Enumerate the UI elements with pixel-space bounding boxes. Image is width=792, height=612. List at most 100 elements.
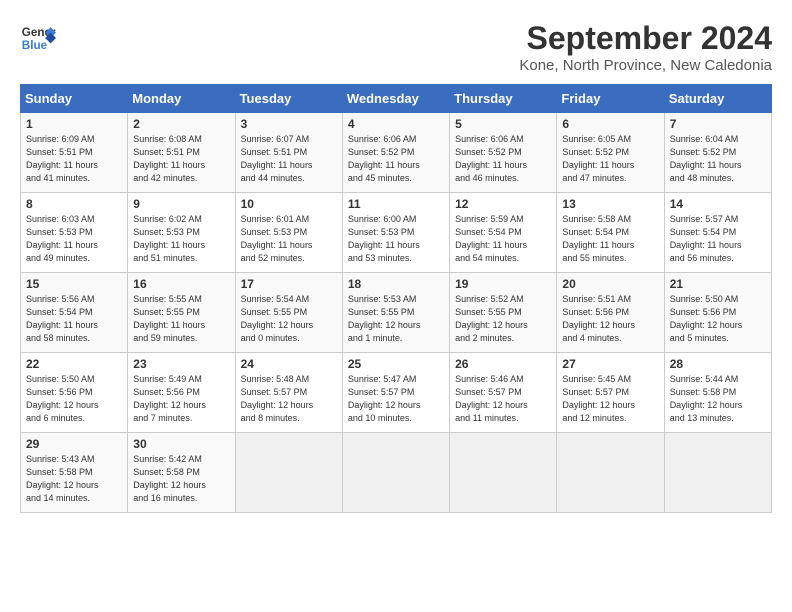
day-number: 13 (562, 197, 658, 211)
day-info: Sunrise: 5:50 AM Sunset: 5:56 PM Dayligh… (26, 373, 122, 425)
calendar-day-cell: 8 Sunrise: 6:03 AM Sunset: 5:53 PM Daylig… (21, 193, 128, 273)
calendar-day-cell: 7 Sunrise: 6:04 AM Sunset: 5:52 PM Daylig… (664, 113, 771, 193)
day-info: Sunrise: 5:44 AM Sunset: 5:58 PM Dayligh… (670, 373, 766, 425)
day-number: 11 (348, 197, 444, 211)
calendar-day-cell: 22 Sunrise: 5:50 AM Sunset: 5:56 PM Dayli… (21, 353, 128, 433)
day-info: Sunrise: 5:53 AM Sunset: 5:55 PM Dayligh… (348, 293, 444, 345)
day-info: Sunrise: 5:51 AM Sunset: 5:56 PM Dayligh… (562, 293, 658, 345)
weekday-header-saturday: Saturday (664, 85, 771, 113)
calendar-day-cell: 11 Sunrise: 6:00 AM Sunset: 5:53 PM Dayli… (342, 193, 449, 273)
day-info: Sunrise: 5:59 AM Sunset: 5:54 PM Dayligh… (455, 213, 551, 265)
day-number: 17 (241, 277, 337, 291)
calendar-week-row: 15 Sunrise: 5:56 AM Sunset: 5:54 PM Dayli… (21, 273, 772, 353)
day-info: Sunrise: 6:09 AM Sunset: 5:51 PM Dayligh… (26, 133, 122, 185)
day-info: Sunrise: 5:57 AM Sunset: 5:54 PM Dayligh… (670, 213, 766, 265)
calendar-table: SundayMondayTuesdayWednesdayThursdayFrid… (20, 84, 772, 513)
day-info: Sunrise: 6:06 AM Sunset: 5:52 PM Dayligh… (455, 133, 551, 185)
day-info: Sunrise: 5:49 AM Sunset: 5:56 PM Dayligh… (133, 373, 229, 425)
calendar-day-cell: 29Sunrise: 5:43 AM Sunset: 5:58 PM Dayli… (21, 433, 128, 513)
calendar-day-cell (664, 433, 771, 513)
day-number: 16 (133, 277, 229, 291)
day-info: Sunrise: 5:58 AM Sunset: 5:54 PM Dayligh… (562, 213, 658, 265)
weekday-header-row: SundayMondayTuesdayWednesdayThursdayFrid… (21, 85, 772, 113)
day-number: 15 (26, 277, 122, 291)
calendar-week-row: 22 Sunrise: 5:50 AM Sunset: 5:56 PM Dayli… (21, 353, 772, 433)
day-info: Sunrise: 5:55 AM Sunset: 5:55 PM Dayligh… (133, 293, 229, 345)
day-number: 25 (348, 357, 444, 371)
day-number: 14 (670, 197, 766, 211)
day-info: Sunrise: 6:04 AM Sunset: 5:52 PM Dayligh… (670, 133, 766, 185)
day-info: Sunrise: 6:05 AM Sunset: 5:52 PM Dayligh… (562, 133, 658, 185)
weekday-header-tuesday: Tuesday (235, 85, 342, 113)
calendar-day-cell (342, 433, 449, 513)
calendar-week-row: 29Sunrise: 5:43 AM Sunset: 5:58 PM Dayli… (21, 433, 772, 513)
calendar-day-cell: 4Sunrise: 6:06 AM Sunset: 5:52 PM Daylig… (342, 113, 449, 193)
calendar-day-cell: 9 Sunrise: 6:02 AM Sunset: 5:53 PM Daylig… (128, 193, 235, 273)
day-number: 26 (455, 357, 551, 371)
calendar-day-cell: 13 Sunrise: 5:58 AM Sunset: 5:54 PM Dayli… (557, 193, 664, 273)
calendar-week-row: 8 Sunrise: 6:03 AM Sunset: 5:53 PM Daylig… (21, 193, 772, 273)
logo: General Blue General Blue (20, 20, 56, 56)
calendar-day-cell: 6Sunrise: 6:05 AM Sunset: 5:52 PM Daylig… (557, 113, 664, 193)
calendar-day-cell: 28 Sunrise: 5:44 AM Sunset: 5:58 PM Dayli… (664, 353, 771, 433)
day-number: 8 (26, 197, 122, 211)
day-number: 27 (562, 357, 658, 371)
calendar-day-cell (557, 433, 664, 513)
day-info: Sunrise: 5:46 AM Sunset: 5:57 PM Dayligh… (455, 373, 551, 425)
calendar-day-cell: 10 Sunrise: 6:01 AM Sunset: 5:53 PM Dayli… (235, 193, 342, 273)
day-number: 22 (26, 357, 122, 371)
weekday-header-thursday: Thursday (450, 85, 557, 113)
calendar-day-cell: 30Sunrise: 5:42 AM Sunset: 5:58 PM Dayli… (128, 433, 235, 513)
calendar-day-cell: 16 Sunrise: 5:55 AM Sunset: 5:55 PM Dayli… (128, 273, 235, 353)
calendar-title: September 2024 (519, 20, 772, 57)
day-info: Sunrise: 5:54 AM Sunset: 5:55 PM Dayligh… (241, 293, 337, 345)
day-info: Sunrise: 6:06 AM Sunset: 5:52 PM Dayligh… (348, 133, 444, 185)
day-number: 7 (670, 117, 766, 131)
day-info: Sunrise: 6:03 AM Sunset: 5:53 PM Dayligh… (26, 213, 122, 265)
weekday-header-friday: Friday (557, 85, 664, 113)
calendar-subtitle: Kone, North Province, New Caledonia (519, 57, 772, 74)
calendar-day-cell: 14 Sunrise: 5:57 AM Sunset: 5:54 PM Dayli… (664, 193, 771, 273)
calendar-day-cell: 18Sunrise: 5:53 AM Sunset: 5:55 PM Dayli… (342, 273, 449, 353)
calendar-day-cell: 12 Sunrise: 5:59 AM Sunset: 5:54 PM Dayli… (450, 193, 557, 273)
header: General Blue General Blue September 2024… (20, 20, 772, 74)
calendar-day-cell: 23 Sunrise: 5:49 AM Sunset: 5:56 PM Dayli… (128, 353, 235, 433)
weekday-header-wednesday: Wednesday (342, 85, 449, 113)
calendar-day-cell: 3Sunrise: 6:07 AM Sunset: 5:51 PM Daylig… (235, 113, 342, 193)
day-info: Sunrise: 6:02 AM Sunset: 5:53 PM Dayligh… (133, 213, 229, 265)
day-info: Sunrise: 5:42 AM Sunset: 5:58 PM Dayligh… (133, 453, 229, 505)
calendar-day-cell: 26 Sunrise: 5:46 AM Sunset: 5:57 PM Dayli… (450, 353, 557, 433)
day-info: Sunrise: 6:08 AM Sunset: 5:51 PM Dayligh… (133, 133, 229, 185)
day-info: Sunrise: 5:52 AM Sunset: 5:55 PM Dayligh… (455, 293, 551, 345)
day-number: 28 (670, 357, 766, 371)
day-info: Sunrise: 5:47 AM Sunset: 5:57 PM Dayligh… (348, 373, 444, 425)
calendar-day-cell: 17 Sunrise: 5:54 AM Sunset: 5:55 PM Dayli… (235, 273, 342, 353)
day-info: Sunrise: 6:01 AM Sunset: 5:53 PM Dayligh… (241, 213, 337, 265)
calendar-week-row: 1 Sunrise: 6:09 AM Sunset: 5:51 PM Daylig… (21, 113, 772, 193)
day-info: Sunrise: 5:56 AM Sunset: 5:54 PM Dayligh… (26, 293, 122, 345)
calendar-day-cell: 15 Sunrise: 5:56 AM Sunset: 5:54 PM Dayli… (21, 273, 128, 353)
day-number: 2 (133, 117, 229, 131)
day-number: 23 (133, 357, 229, 371)
calendar-day-cell: 2 Sunrise: 6:08 AM Sunset: 5:51 PM Daylig… (128, 113, 235, 193)
day-number: 21 (670, 277, 766, 291)
calendar-day-cell: 19 Sunrise: 5:52 AM Sunset: 5:55 PM Dayli… (450, 273, 557, 353)
day-info: Sunrise: 5:45 AM Sunset: 5:57 PM Dayligh… (562, 373, 658, 425)
day-info: Sunrise: 6:07 AM Sunset: 5:51 PM Dayligh… (241, 133, 337, 185)
day-number: 12 (455, 197, 551, 211)
logo-icon: General Blue (20, 20, 56, 56)
day-info: Sunrise: 5:48 AM Sunset: 5:57 PM Dayligh… (241, 373, 337, 425)
day-number: 19 (455, 277, 551, 291)
calendar-day-cell: 5Sunrise: 6:06 AM Sunset: 5:52 PM Daylig… (450, 113, 557, 193)
day-info: Sunrise: 5:43 AM Sunset: 5:58 PM Dayligh… (26, 453, 122, 505)
day-number: 1 (26, 117, 122, 131)
calendar-day-cell (450, 433, 557, 513)
day-info: Sunrise: 6:00 AM Sunset: 5:53 PM Dayligh… (348, 213, 444, 265)
day-number: 24 (241, 357, 337, 371)
calendar-body: 1 Sunrise: 6:09 AM Sunset: 5:51 PM Daylig… (21, 113, 772, 513)
day-number: 10 (241, 197, 337, 211)
weekday-header-sunday: Sunday (21, 85, 128, 113)
day-number: 9 (133, 197, 229, 211)
calendar-header: SundayMondayTuesdayWednesdayThursdayFrid… (21, 85, 772, 113)
calendar-day-cell (235, 433, 342, 513)
